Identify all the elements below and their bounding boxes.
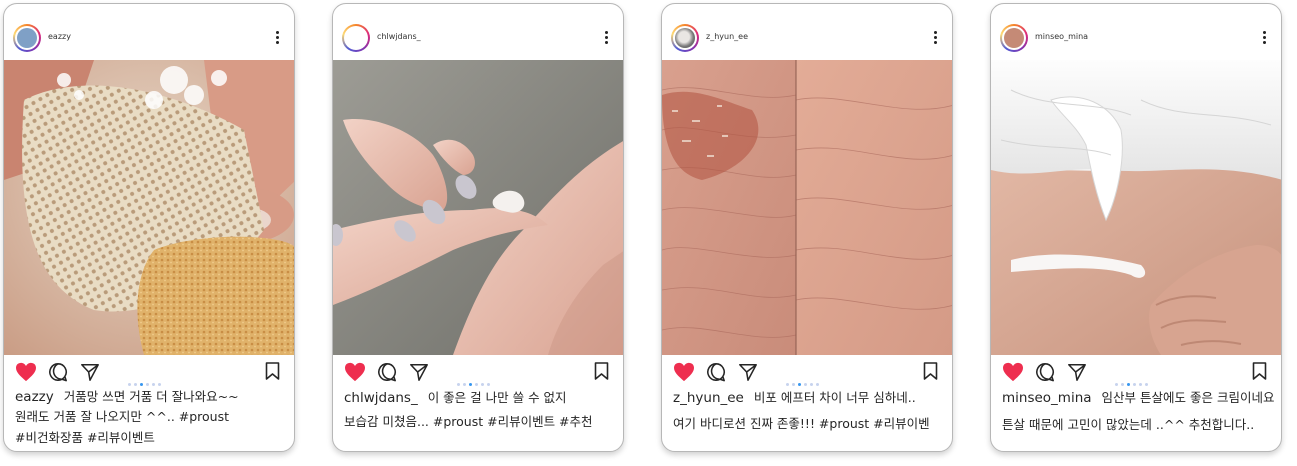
caption-username[interactable]: z_hyun_ee xyxy=(673,390,744,406)
bookmark-icon[interactable] xyxy=(923,362,938,380)
post-card-eazzy: eazzy eazzy 거품망 쓰면 거품 더 잘나와요~~ 원래도 거품 잘 … xyxy=(3,3,295,452)
post-actions xyxy=(333,362,623,386)
post-header: z_hyun_ee xyxy=(662,4,952,60)
post-header: chlwjdans_ xyxy=(333,4,623,60)
avatar[interactable] xyxy=(342,24,370,52)
comment-icon[interactable] xyxy=(48,362,68,382)
bookmark-icon[interactable] xyxy=(594,362,609,380)
caption-line-1: z_hyun_ee 비포 에프터 차이 너무 심하네.. xyxy=(673,388,945,408)
post-actions xyxy=(662,362,952,386)
post-image-skin-before-after[interactable] xyxy=(662,60,953,355)
post-image-foam-net[interactable] xyxy=(4,60,295,355)
caption-text: 거품망 쓰면 거품 더 잘나와요~~ xyxy=(63,389,239,404)
comment-icon[interactable] xyxy=(706,362,726,382)
caption-text: 임산부 튼살에도 좋은 크림이네요. xyxy=(1101,390,1274,405)
caption-line-1: chlwjdans_ 이 좋은 걸 나만 쓸 수 없지 xyxy=(344,388,616,408)
avatar[interactable] xyxy=(671,24,699,52)
send-icon[interactable] xyxy=(80,362,100,382)
post-header: minseo_mina xyxy=(991,4,1281,60)
post-actions xyxy=(991,362,1281,386)
caption-line-2: 튼살 때문에 고민이 많았는데 ..^^ 추천합니다.. xyxy=(1002,417,1255,432)
caption-line-1: eazzy 거품망 쓰면 거품 더 잘나와요~~ xyxy=(15,387,287,407)
post-image-cream-hand[interactable] xyxy=(333,60,624,355)
more-options-icon[interactable] xyxy=(276,31,280,45)
caption-line-2: 보습감 미쳤음... #proust #리뷰이벤트 #추천 xyxy=(344,414,593,429)
post-actions xyxy=(4,362,294,386)
avatar[interactable] xyxy=(13,24,41,52)
caption-text: 이 좋은 걸 나만 쓸 수 없지 xyxy=(427,390,567,405)
more-options-icon[interactable] xyxy=(1263,31,1267,45)
caption-username[interactable]: chlwjdans_ xyxy=(344,390,418,406)
username[interactable]: z_hyun_ee xyxy=(706,32,748,41)
carousel-dots xyxy=(457,371,499,386)
bookmark-icon[interactable] xyxy=(265,362,280,380)
caption-line-3: #비건화장품 #리뷰이벤트 xyxy=(15,430,155,445)
heart-icon[interactable] xyxy=(1002,362,1024,382)
heart-icon[interactable] xyxy=(673,362,695,382)
username[interactable]: chlwjdans_ xyxy=(377,32,421,41)
send-icon[interactable] xyxy=(738,362,758,382)
bookmark-icon[interactable] xyxy=(1252,362,1267,380)
caption-username[interactable]: minseo_mina xyxy=(1002,390,1092,406)
post-card-minseo-mina: minseo_mina minseo_mina 임산부 튼살에도 좋은 크림이네… xyxy=(990,3,1282,452)
send-icon[interactable] xyxy=(1067,362,1087,382)
send-icon[interactable] xyxy=(409,362,429,382)
caption-line-1: minseo_mina 임산부 튼살에도 좋은 크림이네요. xyxy=(1002,388,1274,408)
post-image-belly-cream[interactable] xyxy=(991,60,1282,355)
more-options-icon[interactable] xyxy=(934,31,938,45)
caption-line-2: 여기 바디로션 진짜 존좋!!! #proust #리뷰이벤 xyxy=(673,416,930,431)
username[interactable]: eazzy xyxy=(48,32,71,41)
heart-icon[interactable] xyxy=(344,362,366,382)
post-header: eazzy xyxy=(4,4,294,60)
heart-icon[interactable] xyxy=(15,362,37,382)
comment-icon[interactable] xyxy=(1035,362,1055,382)
post-card-z-hyun-ee: z_hyun_ee z_hyun_ee 비포 에프터 차이 너무 심하네.. 여… xyxy=(661,3,953,452)
carousel-dots xyxy=(128,371,170,386)
post-card-chlwjdans: chlwjdans_ chlwjdans_ 이 좋은 걸 나만 쓸 수 없지 보습 xyxy=(332,3,624,452)
caption-username[interactable]: eazzy xyxy=(15,389,54,405)
caption-line-2: 원래도 거품 잘 나오지만 ^^.. #proust xyxy=(15,409,230,424)
more-options-icon[interactable] xyxy=(605,31,609,45)
carousel-dots xyxy=(786,371,828,386)
carousel-dots xyxy=(1115,371,1157,386)
username[interactable]: minseo_mina xyxy=(1035,32,1088,41)
avatar[interactable] xyxy=(1000,24,1028,52)
caption-text: 비포 에프터 차이 너무 심하네.. xyxy=(753,390,916,405)
comment-icon[interactable] xyxy=(377,362,397,382)
